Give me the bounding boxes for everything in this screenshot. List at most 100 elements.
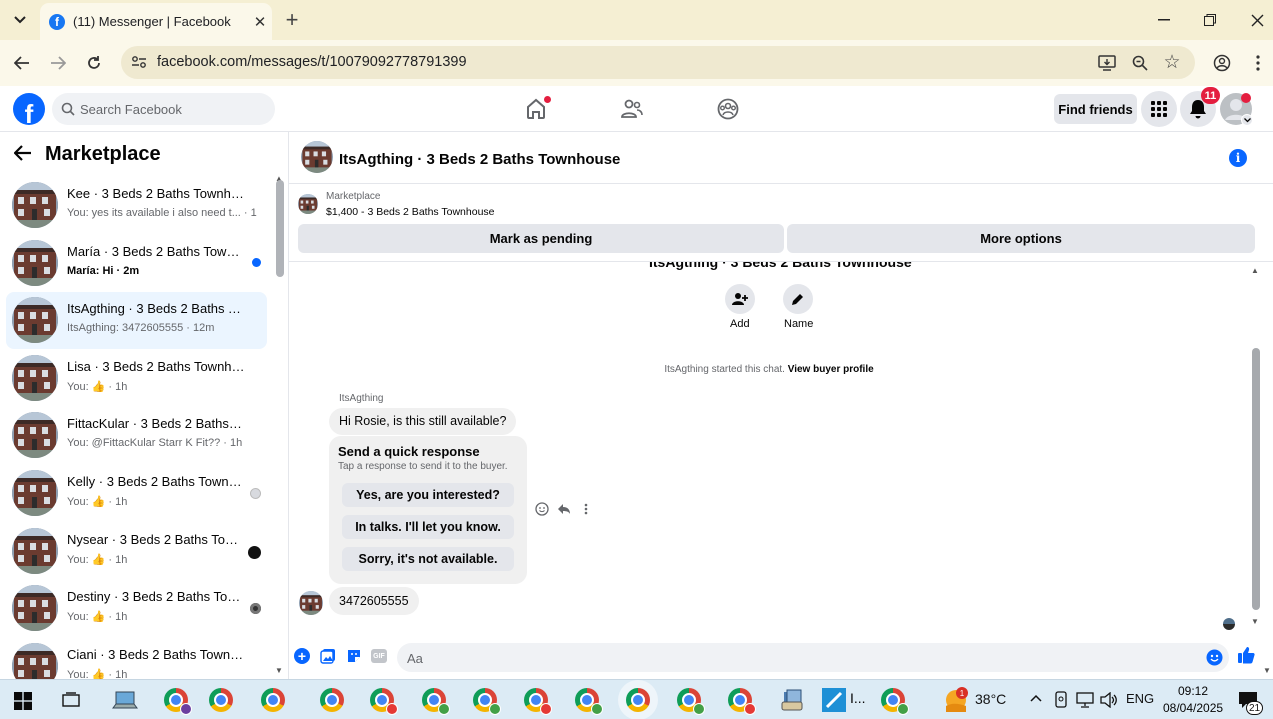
conversation-item[interactable]: FittacKular · 3 Beds 2 Baths Tow... You: … bbox=[6, 407, 267, 464]
more-actions-plus-icon[interactable]: + bbox=[294, 648, 310, 664]
chrome-app-icon[interactable] bbox=[261, 688, 285, 712]
chrome-app-icon[interactable] bbox=[524, 688, 552, 715]
start-windows-icon[interactable] bbox=[14, 692, 32, 710]
chrome-app-icon[interactable] bbox=[422, 688, 450, 715]
chrome-app-icon[interactable] bbox=[728, 688, 756, 715]
weather-icon[interactable]: 1 bbox=[944, 687, 968, 712]
meet-now-icon[interactable] bbox=[1054, 691, 1068, 709]
message-more-icon[interactable] bbox=[584, 503, 588, 515]
chrome-app-icon[interactable] bbox=[473, 688, 501, 715]
conversation-item[interactable]: Kelly · 3 Beds 2 Baths Townho... You: 👍 ·… bbox=[6, 465, 267, 522]
conversation-item[interactable]: Lisa · 3 Beds 2 Baths Townhouse You: 👍 · … bbox=[6, 350, 267, 407]
sticker-icon[interactable] bbox=[346, 648, 362, 664]
add-people-button[interactable] bbox=[725, 284, 755, 314]
listing-price-title[interactable]: $1,400 - 3 Beds 2 Baths Townhouse bbox=[326, 206, 495, 218]
quick-response-in-talks[interactable]: In talks. I'll let you know. bbox=[342, 515, 514, 539]
message-input[interactable]: Aa bbox=[397, 643, 1229, 672]
facebook-logo[interactable]: f bbox=[13, 93, 45, 125]
quick-response-sorry[interactable]: Sorry, it's not available. bbox=[342, 547, 514, 571]
find-friends-button[interactable]: Find friends bbox=[1054, 94, 1137, 124]
composer-scroll-down-icon[interactable]: ▼ bbox=[1263, 666, 1271, 675]
emoji-icon[interactable] bbox=[1206, 649, 1223, 666]
facebook-search-input[interactable]: Search Facebook bbox=[52, 93, 275, 125]
pc-app-icon[interactable] bbox=[112, 690, 138, 710]
groups-icon[interactable] bbox=[717, 98, 739, 120]
notification-center-icon[interactable]: 21 bbox=[1238, 691, 1264, 715]
minimize-icon[interactable] bbox=[1154, 10, 1174, 30]
chrome-app-icon[interactable] bbox=[320, 688, 344, 712]
chrome-app-icon[interactable] bbox=[626, 688, 650, 712]
account-avatar[interactable] bbox=[1219, 92, 1253, 126]
clock-time[interactable]: 09:12 bbox=[1178, 684, 1208, 698]
chrome-app-icon[interactable] bbox=[575, 688, 603, 715]
browser-menu-icon[interactable] bbox=[1248, 53, 1268, 73]
close-tab-icon[interactable]: ✕ bbox=[248, 13, 272, 31]
more-options-button[interactable]: More options bbox=[787, 224, 1255, 253]
chat-scroll-down-icon[interactable]: ▼ bbox=[1251, 617, 1259, 626]
incoming-message-phone[interactable]: 3472605555 bbox=[329, 587, 419, 615]
clock-date[interactable]: 08/04/2025 bbox=[1163, 701, 1223, 715]
listing-thumbnail[interactable] bbox=[298, 194, 318, 214]
paint-app-icon[interactable] bbox=[822, 688, 846, 712]
marketplace-listing-bar: Marketplace $1,400 - 3 Beds 2 Baths Town… bbox=[289, 184, 1273, 262]
conversation-item[interactable]: ItsAgthing · 3 Beds 2 Baths Tow... ItsAgt… bbox=[6, 292, 267, 350]
notifications-button[interactable]: 11 bbox=[1180, 87, 1220, 127]
conversation-avatar bbox=[12, 527, 58, 574]
incoming-message[interactable]: Hi Rosie, is this still available? bbox=[329, 408, 517, 435]
reply-icon[interactable] bbox=[557, 503, 571, 515]
back-icon[interactable] bbox=[12, 53, 32, 73]
tray-overflow-chevron-icon[interactable] bbox=[1030, 694, 1042, 702]
conversation-name: Nysear · 3 Beds 2 Baths Town... bbox=[67, 531, 245, 547]
site-info-icon[interactable] bbox=[129, 52, 149, 72]
chrome-app-icon[interactable] bbox=[881, 688, 909, 715]
reload-icon[interactable] bbox=[84, 53, 104, 73]
chrome-app-icon[interactable] bbox=[209, 688, 233, 712]
conversation-item[interactable]: Destiny · 3 Beds 2 Baths Tow... You: 👍 · … bbox=[6, 580, 267, 637]
file-explorer-app-icon[interactable] bbox=[781, 688, 805, 712]
back-arrow-icon[interactable] bbox=[14, 145, 32, 161]
menu-grid-button[interactable] bbox=[1141, 91, 1177, 127]
install-app-icon[interactable] bbox=[1097, 53, 1117, 73]
sidebar-scrollbar[interactable] bbox=[276, 180, 284, 277]
friends-icon[interactable] bbox=[621, 99, 643, 119]
conversation-item[interactable]: María · 3 Beds 2 Baths Townh... María: Hi… bbox=[6, 235, 267, 292]
sender-avatar[interactable] bbox=[299, 591, 323, 615]
info-icon[interactable]: i bbox=[1229, 149, 1247, 167]
home-icon[interactable] bbox=[525, 96, 551, 120]
task-view-icon[interactable] bbox=[62, 692, 80, 708]
chrome-app-icon[interactable] bbox=[370, 688, 398, 715]
conversation-item[interactable]: Ciani · 3 Beds 2 Baths Townhouse You: 👍 ·… bbox=[6, 638, 267, 679]
browser-tab[interactable]: f (11) Messenger | Facebook ✕ bbox=[40, 3, 272, 40]
language-indicator[interactable]: ENG bbox=[1126, 691, 1154, 706]
view-buyer-profile-link[interactable]: View buyer profile bbox=[788, 364, 874, 375]
tab-search-icon[interactable] bbox=[10, 10, 30, 30]
chrome-app-icon[interactable] bbox=[677, 688, 705, 715]
chat-avatar[interactable] bbox=[301, 141, 333, 173]
chrome-app-icon[interactable] bbox=[164, 688, 192, 715]
close-window-icon[interactable] bbox=[1247, 10, 1267, 30]
conversation-preview: You: 👍 · 1h bbox=[67, 611, 128, 624]
react-icon[interactable] bbox=[535, 502, 549, 516]
volume-icon[interactable] bbox=[1100, 692, 1118, 708]
address-bar[interactable]: facebook.com/messages/t/1007909277879139… bbox=[121, 46, 1195, 79]
chat-title[interactable]: ItsAgthing · 3 Beds 2 Baths Townhouse bbox=[339, 151, 620, 168]
sidebar-scroll-down-icon[interactable]: ▼ bbox=[275, 666, 283, 675]
gif-icon[interactable]: GIF bbox=[371, 649, 387, 663]
conversation-item[interactable]: Kee · 3 Beds 2 Baths Townhouse You: yes i… bbox=[6, 177, 267, 234]
chat-scroll-up-icon[interactable]: ▲ bbox=[1251, 266, 1259, 275]
attach-photo-icon[interactable] bbox=[320, 648, 336, 664]
forward-icon[interactable] bbox=[48, 53, 68, 73]
new-tab-icon[interactable]: + bbox=[282, 7, 302, 32]
restore-icon[interactable] bbox=[1200, 10, 1220, 30]
nickname-button[interactable] bbox=[783, 284, 813, 314]
network-icon[interactable] bbox=[1076, 692, 1094, 708]
quick-response-yes[interactable]: Yes, are you interested? bbox=[342, 483, 514, 507]
mark-as-pending-button[interactable]: Mark as pending bbox=[298, 224, 784, 253]
conversation-item[interactable]: Nysear · 3 Beds 2 Baths Town... You: 👍 · … bbox=[6, 523, 267, 580]
thumbs-up-send-icon[interactable] bbox=[1237, 646, 1255, 664]
zoom-icon[interactable] bbox=[1130, 53, 1150, 73]
bookmark-star-icon[interactable]: ☆ bbox=[1162, 52, 1182, 73]
weather-temperature[interactable]: 38°C bbox=[975, 691, 1006, 707]
chat-scrollbar[interactable] bbox=[1252, 348, 1260, 610]
profile-icon[interactable] bbox=[1212, 53, 1232, 73]
